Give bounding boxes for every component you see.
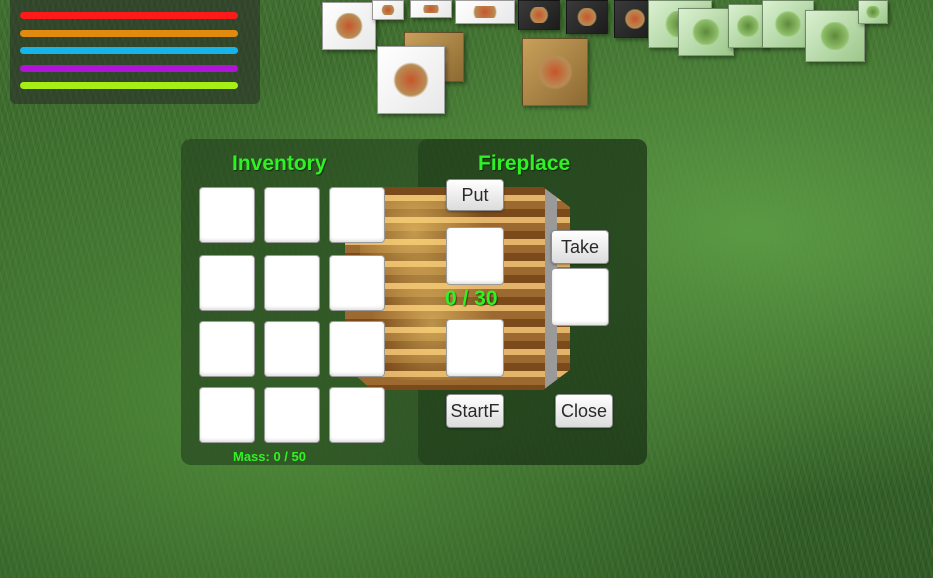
inventory-slot[interactable] xyxy=(329,255,385,311)
take-button[interactable]: Take xyxy=(551,230,609,264)
inventory-slot[interactable] xyxy=(199,387,255,443)
inventory-slot[interactable] xyxy=(199,255,255,311)
world-cube xyxy=(678,8,734,56)
inventory-slot[interactable] xyxy=(199,187,255,243)
world-cube xyxy=(377,46,445,114)
close-button[interactable]: Close xyxy=(555,394,613,428)
world-cube xyxy=(455,0,515,24)
world-cube xyxy=(858,0,888,24)
inventory-slot[interactable] xyxy=(199,321,255,377)
world-cube xyxy=(566,0,608,34)
output-slot[interactable] xyxy=(551,268,609,326)
inventory-slot[interactable] xyxy=(329,387,385,443)
world-cube xyxy=(805,10,865,62)
fuel-slot[interactable] xyxy=(446,227,504,285)
food-bar xyxy=(20,30,238,37)
inventory-slot[interactable] xyxy=(264,387,320,443)
world-cube xyxy=(322,2,376,50)
inventory-mass: Mass: 0 / 50 xyxy=(233,449,306,464)
stamina-bar xyxy=(20,82,238,89)
world-cube xyxy=(522,38,588,106)
inventory-slot[interactable] xyxy=(264,321,320,377)
inventory-slot[interactable] xyxy=(264,187,320,243)
start-fire-button[interactable]: StartF xyxy=(446,394,504,428)
inventory-slot[interactable] xyxy=(329,321,385,377)
cook-slot[interactable] xyxy=(446,319,504,377)
health-bar xyxy=(20,12,238,19)
fuel-counter: 0 / 30 xyxy=(445,287,498,310)
energy-bar xyxy=(20,65,238,72)
world-cube xyxy=(372,0,404,20)
status-bars-panel xyxy=(10,0,260,104)
inventory-title: Inventory xyxy=(232,152,327,175)
world-cube xyxy=(518,0,560,30)
world-cube xyxy=(410,0,452,18)
inventory-slot[interactable] xyxy=(264,255,320,311)
water-bar xyxy=(20,47,238,54)
fireplace-title: Fireplace xyxy=(478,152,571,175)
inventory-slot[interactable] xyxy=(329,187,385,243)
put-button[interactable]: Put xyxy=(446,179,504,211)
